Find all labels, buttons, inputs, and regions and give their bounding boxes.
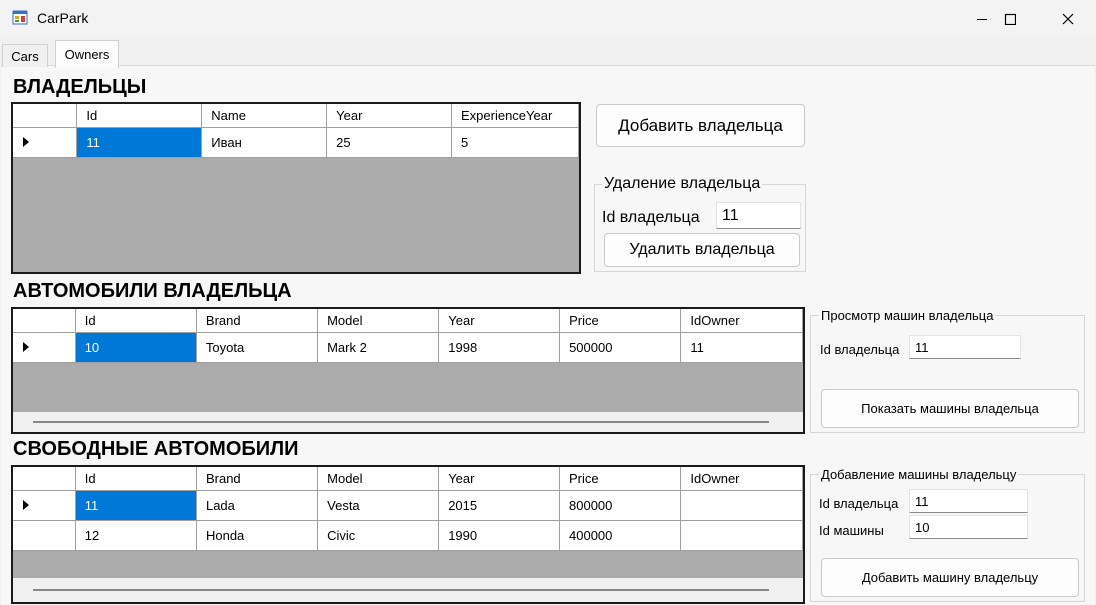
add-car-to-owner-button[interactable]: Добавить машину владельцу bbox=[821, 558, 1079, 597]
table-cell[interactable]: Иван bbox=[201, 127, 328, 158]
column-header[interactable]: Brand bbox=[196, 467, 319, 491]
column-header[interactable]: Model bbox=[317, 309, 440, 333]
table-cell[interactable]: Toyota bbox=[196, 332, 319, 363]
column-header[interactable]: Name bbox=[201, 104, 328, 128]
close-icon bbox=[1062, 13, 1074, 25]
tab-owners[interactable]: Owners bbox=[55, 40, 119, 68]
owner-cars-heading: АВТОМОБИЛИ ВЛАДЕЛЬЦА bbox=[13, 280, 292, 302]
tab-strip bbox=[0, 38, 1096, 66]
view-cars-id-label: Id владельца bbox=[820, 342, 900, 357]
delete-owner-button[interactable]: Удалить владельца bbox=[604, 233, 800, 267]
tab-owners-label: Owners bbox=[64, 47, 110, 62]
row-header-corner bbox=[13, 104, 78, 128]
free-cars-grid[interactable]: Id Brand Model Year Price IdOwner 11 Lad… bbox=[11, 465, 805, 604]
assign-car-id-label: Id машины bbox=[819, 523, 884, 538]
row-header[interactable] bbox=[13, 490, 76, 521]
table-cell[interactable]: 11 bbox=[680, 332, 803, 363]
table-cell[interactable]: 400000 bbox=[559, 520, 682, 551]
column-header[interactable]: Year bbox=[326, 104, 452, 128]
table-cell[interactable]: 1990 bbox=[438, 520, 561, 551]
table-cell[interactable]: 5 bbox=[451, 127, 579, 158]
column-header[interactable]: Id bbox=[76, 104, 203, 128]
scrollbar-thumb[interactable] bbox=[33, 421, 769, 423]
table-row[interactable]: 11 Иван 25 5 bbox=[13, 127, 579, 158]
table-cell[interactable] bbox=[680, 520, 803, 551]
form-icon bbox=[12, 10, 28, 26]
current-row-arrow-icon bbox=[23, 499, 29, 510]
maximize-icon bbox=[1004, 13, 1016, 25]
add-owner-button[interactable]: Добавить владельца bbox=[596, 104, 805, 147]
horizontal-scrollbar[interactable] bbox=[13, 412, 803, 432]
column-header[interactable]: IdOwner bbox=[680, 467, 803, 491]
column-header[interactable]: Year bbox=[438, 309, 561, 333]
delete-owner-id-label: Id владельца bbox=[602, 209, 700, 226]
row-header[interactable] bbox=[13, 127, 78, 158]
current-row-arrow-icon bbox=[23, 136, 29, 147]
row-header-corner bbox=[13, 309, 76, 333]
column-header[interactable]: Model bbox=[317, 467, 440, 491]
row-header[interactable] bbox=[13, 332, 76, 363]
table-cell[interactable]: 12 bbox=[75, 520, 197, 551]
table-cell[interactable]: 500000 bbox=[559, 332, 682, 363]
table-row[interactable]: 11 Lada Vesta 2015 800000 bbox=[13, 490, 803, 521]
table-cell[interactable]: Honda bbox=[196, 520, 319, 551]
assign-car-id-field[interactable]: 10 bbox=[909, 515, 1028, 539]
table-cell[interactable]: Vesta bbox=[317, 490, 440, 521]
current-row-arrow-icon bbox=[23, 341, 29, 352]
table-cell[interactable]: Mark 2 bbox=[317, 332, 440, 363]
tab-cars[interactable]: Cars bbox=[2, 44, 48, 67]
table-cell[interactable]: 2015 bbox=[438, 490, 561, 521]
column-header[interactable]: Price bbox=[559, 309, 682, 333]
column-header[interactable]: Year bbox=[438, 467, 561, 491]
view-cars-id-field[interactable]: 11 bbox=[909, 335, 1021, 359]
row-header[interactable] bbox=[13, 520, 76, 551]
table-cell[interactable]: Civic bbox=[317, 520, 440, 551]
owners-grid[interactable]: Id Name Year ExperienceYear 11 Иван 25 5 bbox=[11, 102, 581, 274]
column-header[interactable]: IdOwner bbox=[680, 309, 803, 333]
table-cell[interactable]: 25 bbox=[326, 127, 452, 158]
close-button[interactable] bbox=[1040, 0, 1096, 38]
row-header-corner bbox=[13, 467, 76, 491]
table-cell[interactable]: 11 bbox=[75, 490, 197, 521]
delete-owner-group-title: Удаление владельца bbox=[602, 175, 763, 193]
window-title: CarPark bbox=[37, 10, 89, 26]
table-cell[interactable]: 1998 bbox=[438, 332, 561, 363]
free-cars-heading: СВОБОДНЫЕ АВТОМОБИЛИ bbox=[13, 438, 299, 460]
column-header[interactable]: Brand bbox=[196, 309, 319, 333]
show-owner-cars-button[interactable]: Показать машины владельца bbox=[821, 389, 1079, 428]
delete-owner-id-field[interactable]: 11 bbox=[716, 202, 801, 229]
title-bar bbox=[0, 0, 1096, 38]
table-row[interactable]: 12 Honda Civic 1990 400000 bbox=[13, 520, 803, 551]
table-cell[interactable]: 800000 bbox=[559, 490, 682, 521]
table-cell[interactable]: Lada bbox=[196, 490, 319, 521]
horizontal-scrollbar[interactable] bbox=[13, 578, 803, 602]
tab-cars-label: Cars bbox=[11, 48, 39, 64]
column-header[interactable]: Price bbox=[559, 467, 682, 491]
column-header[interactable]: ExperienceYear bbox=[451, 104, 579, 128]
view-cars-group-title: Просмотр машин владельца bbox=[819, 308, 996, 323]
maximize-button[interactable] bbox=[982, 0, 1038, 38]
scrollbar-thumb[interactable] bbox=[33, 589, 769, 591]
table-cell[interactable]: 10 bbox=[75, 332, 197, 363]
column-header[interactable]: Id bbox=[75, 467, 197, 491]
table-row[interactable]: 10 Toyota Mark 2 1998 500000 11 bbox=[13, 332, 803, 363]
assign-owner-id-label: Id владельца bbox=[819, 496, 899, 511]
table-cell[interactable]: 11 bbox=[76, 127, 203, 158]
assign-owner-id-field[interactable]: 11 bbox=[909, 489, 1028, 513]
owner-cars-grid[interactable]: Id Brand Model Year Price IdOwner 10 Toy… bbox=[11, 307, 805, 434]
owners-heading: ВЛАДЕЛЬЦЫ bbox=[13, 76, 147, 98]
column-header[interactable]: Id bbox=[75, 309, 197, 333]
table-cell[interactable] bbox=[680, 490, 803, 521]
assign-car-group-title: Добавление машины владельцу bbox=[819, 467, 1019, 482]
